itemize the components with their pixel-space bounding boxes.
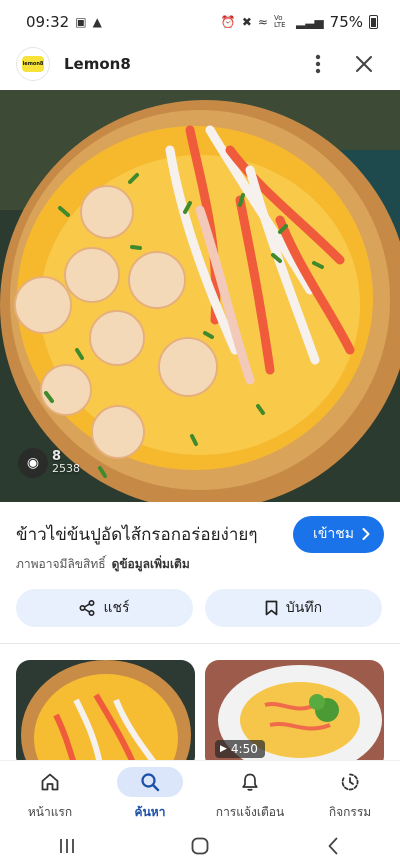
back-button[interactable] xyxy=(303,826,363,866)
share-icon xyxy=(79,600,95,616)
bottom-nav: หน้าแรก ค้นหา การแจ้งเตือน กิจกรรม xyxy=(0,760,400,824)
share-button[interactable]: แชร์ xyxy=(16,589,193,627)
thumb-omelette-bowl[interactable] xyxy=(16,660,195,760)
related-images: ▶ 4:50 xyxy=(16,660,384,760)
nav-search-label: ค้นหา xyxy=(134,805,166,819)
nav-search[interactable]: ค้นหา xyxy=(100,767,200,822)
close-button[interactable] xyxy=(344,44,384,84)
lemon8-logo-icon: lemon8 xyxy=(22,56,44,72)
recents-button[interactable] xyxy=(37,826,97,866)
thumbnail-image xyxy=(16,660,195,760)
nav-notifications-label: การแจ้งเตือน xyxy=(215,805,285,819)
alarm-icon: ⏰ xyxy=(220,15,236,29)
nav-home[interactable]: หน้าแรก xyxy=(0,767,100,822)
lte-icon: Vo LTE xyxy=(273,14,286,29)
mute-icon: ✖ xyxy=(241,15,252,29)
divider xyxy=(0,643,400,644)
save-button[interactable]: บันทึก xyxy=(205,589,382,627)
battery-percent: 75% xyxy=(329,13,363,31)
activity-icon xyxy=(341,773,359,791)
home-circle-icon xyxy=(191,837,209,855)
action-buttons: แชร์ บันทึก xyxy=(16,589,382,627)
nav-activity[interactable]: กิจกรรม xyxy=(300,767,400,822)
home-button[interactable] xyxy=(170,826,230,866)
post-title: ข้าวไข่ข้นปูอัดไส้กรอกอร่อยง่ายๆ xyxy=(16,524,258,545)
status-time: 09:32 xyxy=(26,13,70,31)
save-label: บันทึก xyxy=(285,600,323,616)
copyright-notice: ภาพอาจมีลิขสิทธิ์ xyxy=(16,557,106,571)
visit-button-label: เข้าชม xyxy=(313,526,354,542)
back-icon xyxy=(328,837,338,855)
status-right: ⏰ ✖ ≈ Vo LTE ▂▃▅ 75% xyxy=(221,13,378,31)
hero-image[interactable]: ◉ 8 2538 xyxy=(0,90,400,502)
lens-icon[interactable]: ◉ xyxy=(18,448,48,478)
search-icon xyxy=(141,773,160,792)
close-icon xyxy=(356,56,372,72)
more-options-button[interactable] xyxy=(298,44,338,84)
chevron-right-icon xyxy=(362,528,370,540)
hero-watermark: ◉ 8 2538 xyxy=(18,448,80,478)
signal-question-icon: ▲ xyxy=(92,15,102,29)
bookmark-icon xyxy=(265,600,278,616)
watermark-count: 2538 xyxy=(52,462,80,475)
video-duration: ▶ 4:50 xyxy=(215,740,265,758)
more-vert-icon xyxy=(315,54,321,74)
omelette-bowl-photo xyxy=(0,90,400,502)
system-navigation xyxy=(0,824,400,868)
gallery-notification-icon: ▣ xyxy=(75,15,87,29)
title-row: ข้าวไข่ข้นปูอัดไส้กรอกอร่อยง่ายๆ เข้าชม xyxy=(16,514,384,554)
app-logo: lemon8 xyxy=(16,47,50,81)
nav-notifications[interactable]: การแจ้งเตือน xyxy=(200,767,300,822)
wifi-icon: ≈ xyxy=(257,15,268,29)
cell-signal-icon: ▂▃▅ xyxy=(295,15,324,29)
recents-icon xyxy=(59,839,74,853)
status-bar: 09:32 ▣ ▲ ⏰ ✖ ≈ Vo LTE ▂▃▅ 75% xyxy=(0,0,400,44)
share-label: แชร์ xyxy=(103,600,130,616)
home-icon xyxy=(41,773,59,791)
status-left: 09:32 ▣ ▲ xyxy=(26,13,102,31)
thumb-omelette-plate[interactable]: ▶ 4:50 xyxy=(205,660,384,760)
visit-button[interactable]: เข้าชม xyxy=(293,515,384,553)
bell-icon xyxy=(242,773,258,791)
play-icon: ▶ xyxy=(220,744,227,754)
battery-icon xyxy=(369,15,378,29)
app-header: lemon8 Lemon8 xyxy=(0,44,400,84)
more-info-link[interactable]: ดูข้อมูลเพิ่มเติม xyxy=(112,555,190,574)
nav-home-label: หน้าแรก xyxy=(27,805,73,819)
nav-activity-label: กิจกรรม xyxy=(328,805,372,819)
duration-text: 4:50 xyxy=(230,742,258,756)
app-name: Lemon8 xyxy=(64,55,131,73)
source-row: ภาพอาจมีลิขสิทธิ์ ดูข้อมูลเพิ่มเติม xyxy=(16,555,190,574)
